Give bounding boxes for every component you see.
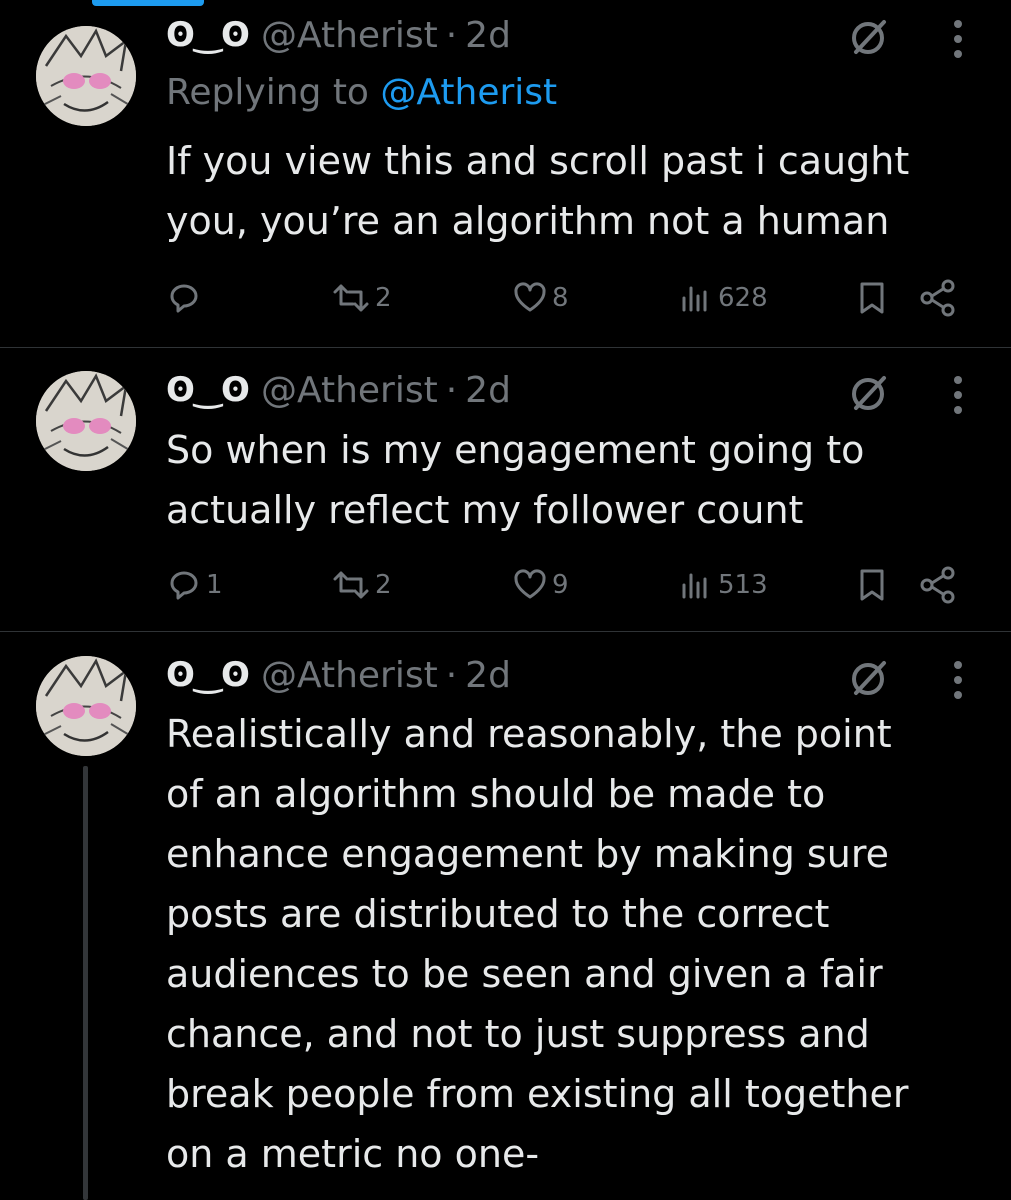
retweet-icon xyxy=(331,567,371,603)
share-icon xyxy=(918,278,958,318)
tweet-3[interactable]: ʘ‿ʘ @Atherist · 2d Realistically and rea… xyxy=(0,632,1011,1200)
more-dots-icon[interactable] xyxy=(940,370,976,420)
display-name[interactable]: ʘ‿ʘ xyxy=(166,15,250,55)
like-button[interactable]: 9 xyxy=(512,565,569,605)
bookmark-icon xyxy=(854,567,890,603)
timestamp[interactable]: 2d xyxy=(465,370,511,411)
handle[interactable]: @Atherist xyxy=(261,655,438,696)
grok-icon[interactable] xyxy=(846,14,892,60)
reply-icon xyxy=(166,567,202,603)
bookmark-button[interactable] xyxy=(854,565,890,605)
heart-icon xyxy=(512,567,548,603)
replying-handle-link[interactable]: @Atherist xyxy=(380,72,557,113)
separator: · xyxy=(445,14,458,56)
action-bar: 2 8 628 xyxy=(166,278,966,318)
reply-button[interactable]: 1 xyxy=(166,565,223,605)
handle[interactable]: @Atherist xyxy=(261,15,438,56)
views-count: 513 xyxy=(718,570,768,600)
action-bar: 1 2 9 513 xyxy=(166,565,966,605)
display-name[interactable]: ʘ‿ʘ xyxy=(166,655,250,695)
more-dots-icon[interactable] xyxy=(940,14,976,64)
replying-to: Replying to @Atherist xyxy=(166,72,557,113)
tweet-header: ʘ‿ʘ @Atherist · 2d xyxy=(166,650,511,700)
retweet-icon xyxy=(331,280,371,316)
retweet-button[interactable]: 2 xyxy=(331,278,392,318)
tweet-header: ʘ‿ʘ @Atherist · 2d xyxy=(166,10,511,60)
views-count: 628 xyxy=(718,283,768,313)
views-icon xyxy=(678,567,714,603)
tweet-2[interactable]: ʘ‿ʘ @Atherist · 2d So when is my engagem… xyxy=(0,348,1011,631)
avatar[interactable] xyxy=(36,371,136,471)
thread-connector-line xyxy=(83,766,88,1200)
replying-prefix: Replying to xyxy=(166,72,369,113)
separator: · xyxy=(445,369,458,411)
tweet-text: If you view this and scroll past i caugh… xyxy=(166,139,910,243)
bookmark-icon xyxy=(854,280,890,316)
tweet-text: So when is my engagement going to actual… xyxy=(166,428,865,532)
retweet-button[interactable]: 2 xyxy=(331,565,392,605)
share-button[interactable] xyxy=(918,565,958,605)
more-dots-icon[interactable] xyxy=(940,655,976,705)
display-name[interactable]: ʘ‿ʘ xyxy=(166,370,250,410)
views-icon xyxy=(678,280,714,316)
heart-icon xyxy=(512,280,548,316)
handle[interactable]: @Atherist xyxy=(261,370,438,411)
separator: · xyxy=(445,654,458,696)
timestamp[interactable]: 2d xyxy=(465,655,511,696)
retweet-count: 2 xyxy=(375,283,392,313)
bookmark-button[interactable] xyxy=(854,278,890,318)
like-count: 8 xyxy=(552,283,569,313)
timestamp[interactable]: 2d xyxy=(465,15,511,56)
retweet-count: 2 xyxy=(375,570,392,600)
tweet-header: ʘ‿ʘ @Atherist · 2d xyxy=(166,365,511,415)
reply-count: 1 xyxy=(206,570,223,600)
grok-icon[interactable] xyxy=(846,655,892,701)
like-count: 9 xyxy=(552,570,569,600)
tweet-1[interactable]: ʘ‿ʘ @Atherist · 2d Replying to @Atherist… xyxy=(0,0,1011,347)
avatar[interactable] xyxy=(36,26,136,126)
views-button[interactable]: 513 xyxy=(678,565,768,605)
reply-icon xyxy=(166,280,202,316)
reply-button[interactable] xyxy=(166,278,206,318)
tweet-text: Realistically and reasonably, the point … xyxy=(166,712,909,1176)
like-button[interactable]: 8 xyxy=(512,278,569,318)
grok-icon[interactable] xyxy=(846,370,892,416)
views-button[interactable]: 628 xyxy=(678,278,768,318)
share-button[interactable] xyxy=(918,278,958,318)
share-icon xyxy=(918,565,958,605)
avatar[interactable] xyxy=(36,656,136,756)
